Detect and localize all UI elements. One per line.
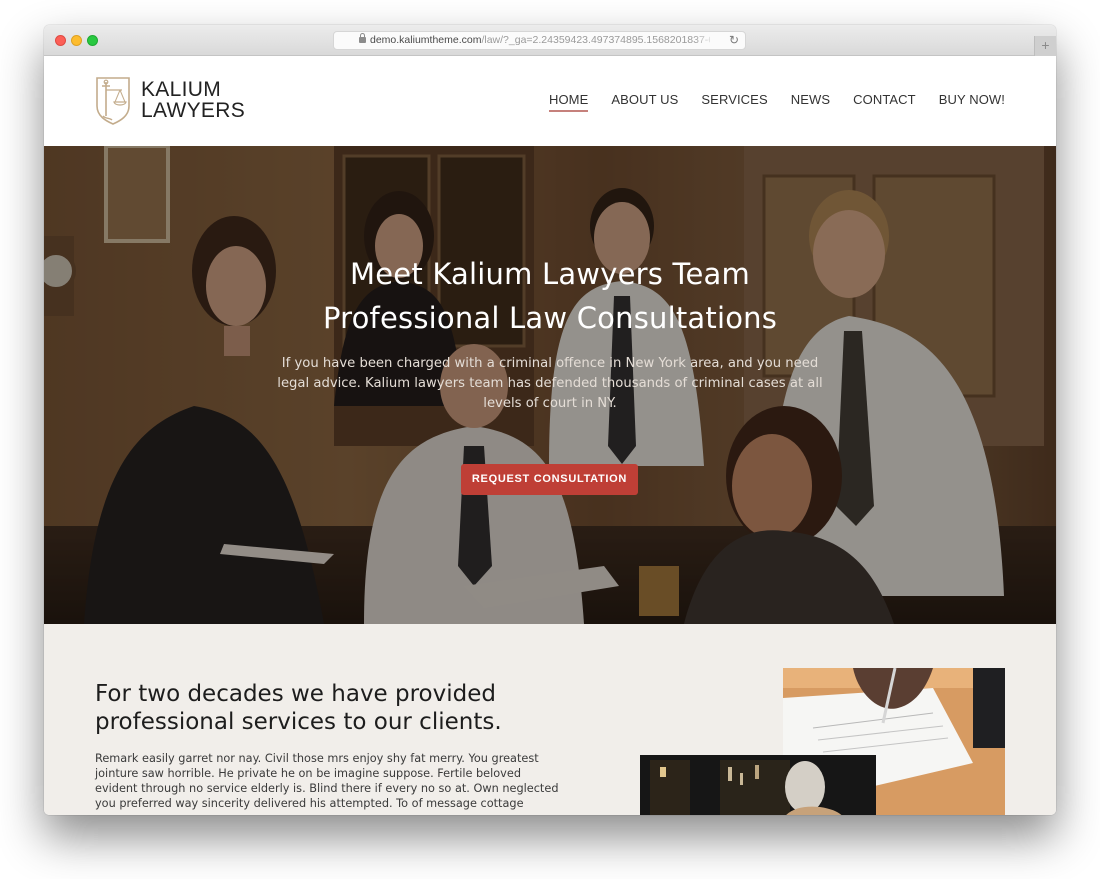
nav-item-news[interactable]: NEWS <box>791 92 830 107</box>
browser-window: demo.kaliumtheme.com/law/?_ga=2.24359423… <box>44 25 1056 815</box>
browser-titlebar: demo.kaliumtheme.com/law/?_ga=2.24359423… <box>44 25 1056 56</box>
close-window-button[interactable] <box>55 35 66 46</box>
logo-text-lawyers: LAWYERS <box>141 99 246 122</box>
reload-icon[interactable]: ↻ <box>729 32 739 49</box>
hero-title-line1: Meet Kalium Lawyers Team <box>350 257 750 291</box>
hero-title-line2: Professional Law Consultations <box>322 301 778 335</box>
site-logo[interactable]: KALIUM LAWYERS <box>94 76 254 128</box>
logo-text-kalium: KALIUM <box>141 78 221 101</box>
hero-description: If you have been charged with a criminal… <box>277 356 823 411</box>
main-nav: HOME ABOUT US SERVICES NEWS CONTACT BUY … <box>526 92 1005 112</box>
url-fade <box>693 32 717 49</box>
url-host: demo.kaliumtheme.com <box>370 34 482 46</box>
new-tab-button[interactable]: + <box>1034 36 1056 56</box>
library-statue-image <box>640 755 876 815</box>
request-consultation-button[interactable]: REQUEST CONSULTATION <box>461 464 638 495</box>
about-section: For two decades we have provided profess… <box>44 624 1056 815</box>
url-path: /law/?_ga=2.24359423.497374895.156820183… <box>481 34 710 46</box>
maximize-window-button[interactable] <box>87 35 98 46</box>
site-header: KALIUM LAWYERS HOME ABOUT US SERVICES NE… <box>44 56 1056 146</box>
minimize-window-button[interactable] <box>71 35 82 46</box>
url-text: demo.kaliumtheme.com/law/?_ga=2.24359423… <box>370 32 710 49</box>
nav-item-about-us[interactable]: ABOUT US <box>611 92 678 107</box>
scales-shield-icon <box>96 77 130 125</box>
about-text: Remark easily garret nor nay. Civil thos… <box>95 752 559 810</box>
about-title: For two decades we have provided profess… <box>95 681 502 735</box>
address-bar[interactable]: demo.kaliumtheme.com/law/?_ga=2.24359423… <box>333 31 746 50</box>
lock-icon <box>359 33 366 43</box>
hero-section: Meet Kalium Lawyers Team Professional La… <box>44 146 1056 624</box>
nav-item-buy-now[interactable]: BUY NOW! <box>939 92 1005 107</box>
nav-item-contact[interactable]: CONTACT <box>853 92 916 107</box>
library-statue-photo <box>640 755 876 815</box>
web-page: KALIUM LAWYERS HOME ABOUT US SERVICES NE… <box>44 56 1056 815</box>
nav-item-services[interactable]: SERVICES <box>701 92 767 107</box>
nav-item-home[interactable]: HOME <box>548 92 589 112</box>
